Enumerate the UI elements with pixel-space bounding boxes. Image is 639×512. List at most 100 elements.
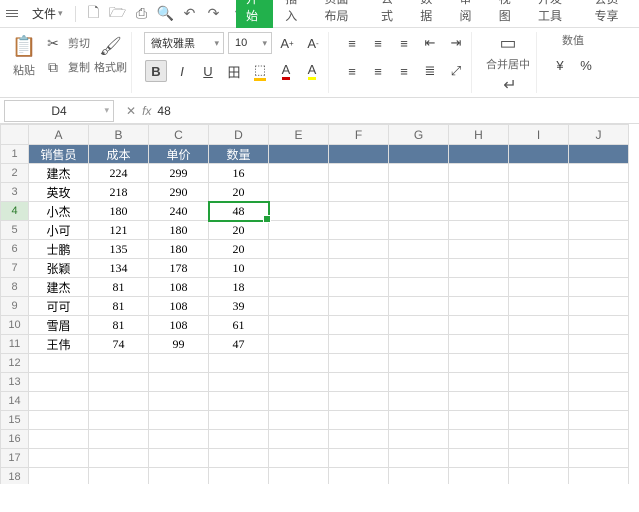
cell-H7[interactable] <box>449 259 509 278</box>
cell-B3[interactable]: 218 <box>89 183 149 202</box>
cell-G7[interactable] <box>389 259 449 278</box>
cell-A9[interactable]: 可可 <box>29 297 89 316</box>
cell-F16[interactable] <box>329 430 389 449</box>
tab-formula[interactable]: 公式 <box>371 0 408 28</box>
cell-I11[interactable] <box>509 335 569 354</box>
cell-J6[interactable] <box>569 240 629 259</box>
cell-A14[interactable] <box>29 392 89 411</box>
spreadsheet-grid[interactable]: ABCDEFGHIJ1销售员成本单价数量2建杰224299163英玫218290… <box>0 124 639 484</box>
row-header-5[interactable]: 5 <box>1 221 29 240</box>
cell-F1[interactable] <box>329 145 389 164</box>
cell-D2[interactable]: 16 <box>209 164 269 183</box>
cell-A3[interactable]: 英玫 <box>29 183 89 202</box>
cell-J15[interactable] <box>569 411 629 430</box>
select-all-corner[interactable] <box>1 125 29 145</box>
col-header-J[interactable]: J <box>569 125 629 145</box>
cell-A10[interactable]: 雪眉 <box>29 316 89 335</box>
cell-C8[interactable]: 108 <box>149 278 209 297</box>
cell-H11[interactable] <box>449 335 509 354</box>
cell-E1[interactable] <box>269 145 329 164</box>
cell-H1[interactable] <box>449 145 509 164</box>
cell-G9[interactable] <box>389 297 449 316</box>
cell-E12[interactable] <box>269 354 329 373</box>
cell-D12[interactable] <box>209 354 269 373</box>
cell-A18[interactable] <box>29 468 89 485</box>
cell-I3[interactable] <box>509 183 569 202</box>
cell-I10[interactable] <box>509 316 569 335</box>
col-header-F[interactable]: F <box>329 125 389 145</box>
format-painter-icon[interactable]: 🖌 <box>100 35 122 57</box>
cell-G2[interactable] <box>389 164 449 183</box>
wrap-text-icon[interactable]: ↵ <box>499 74 521 96</box>
row-header-4[interactable]: 4 <box>1 202 29 221</box>
cell-E18[interactable] <box>269 468 329 485</box>
cell-C7[interactable]: 178 <box>149 259 209 278</box>
row-header-17[interactable]: 17 <box>1 449 29 468</box>
cell-G18[interactable] <box>389 468 449 485</box>
cell-F6[interactable] <box>329 240 389 259</box>
tab-review[interactable]: 审阅 <box>450 0 487 28</box>
cell-C2[interactable]: 299 <box>149 164 209 183</box>
cell-B7[interactable]: 134 <box>89 259 149 278</box>
cell-C5[interactable]: 180 <box>149 221 209 240</box>
cell-G17[interactable] <box>389 449 449 468</box>
cell-A13[interactable] <box>29 373 89 392</box>
cell-I2[interactable] <box>509 164 569 183</box>
cell-B8[interactable]: 81 <box>89 278 149 297</box>
file-menu[interactable]: 文件▾ <box>28 3 67 24</box>
cell-E10[interactable] <box>269 316 329 335</box>
cell-H14[interactable] <box>449 392 509 411</box>
cell-H5[interactable] <box>449 221 509 240</box>
cell-H15[interactable] <box>449 411 509 430</box>
row-header-7[interactable]: 7 <box>1 259 29 278</box>
cell-J9[interactable] <box>569 297 629 316</box>
font-size-combo[interactable]: 10 <box>228 32 272 54</box>
cell-F17[interactable] <box>329 449 389 468</box>
col-header-D[interactable]: D <box>209 125 269 145</box>
cell-A4[interactable]: 小杰 <box>29 202 89 221</box>
cell-I15[interactable] <box>509 411 569 430</box>
cell-I4[interactable] <box>509 202 569 221</box>
cell-I17[interactable] <box>509 449 569 468</box>
cell-G4[interactable] <box>389 202 449 221</box>
cell-J3[interactable] <box>569 183 629 202</box>
open-icon[interactable]: 🗁 <box>108 4 128 24</box>
cell-E17[interactable] <box>269 449 329 468</box>
cell-J12[interactable] <box>569 354 629 373</box>
cell-C11[interactable]: 99 <box>149 335 209 354</box>
cell-A6[interactable]: 士鹏 <box>29 240 89 259</box>
cell-J1[interactable] <box>569 145 629 164</box>
col-header-I[interactable]: I <box>509 125 569 145</box>
cell-F2[interactable] <box>329 164 389 183</box>
cell-C15[interactable] <box>149 411 209 430</box>
cell-I18[interactable] <box>509 468 569 485</box>
tab-page-layout[interactable]: 页面布局 <box>315 0 370 28</box>
tab-data[interactable]: 数据 <box>410 0 447 28</box>
indent-left-icon[interactable]: ⇤ <box>419 32 441 54</box>
tab-developer[interactable]: 开发工具 <box>528 0 583 28</box>
align-center-icon[interactable]: ≡ <box>367 60 389 82</box>
fx-icon[interactable]: fx <box>142 104 151 118</box>
cell-G6[interactable] <box>389 240 449 259</box>
cell-A8[interactable]: 建杰 <box>29 278 89 297</box>
align-top-icon[interactable]: ≡ <box>341 32 363 54</box>
row-header-13[interactable]: 13 <box>1 373 29 392</box>
cell-H3[interactable] <box>449 183 509 202</box>
cell-F11[interactable] <box>329 335 389 354</box>
cell-F15[interactable] <box>329 411 389 430</box>
cell-J17[interactable] <box>569 449 629 468</box>
cell-C12[interactable] <box>149 354 209 373</box>
align-left-icon[interactable]: ≡ <box>341 60 363 82</box>
cell-E8[interactable] <box>269 278 329 297</box>
cell-A7[interactable]: 张颖 <box>29 259 89 278</box>
cell-H16[interactable] <box>449 430 509 449</box>
cell-J7[interactable] <box>569 259 629 278</box>
cell-A2[interactable]: 建杰 <box>29 164 89 183</box>
cell-C17[interactable] <box>149 449 209 468</box>
cell-E7[interactable] <box>269 259 329 278</box>
cell-D1[interactable]: 数量 <box>209 145 269 164</box>
cell-A16[interactable] <box>29 430 89 449</box>
cell-C3[interactable]: 290 <box>149 183 209 202</box>
cell-A15[interactable] <box>29 411 89 430</box>
cell-J4[interactable] <box>569 202 629 221</box>
